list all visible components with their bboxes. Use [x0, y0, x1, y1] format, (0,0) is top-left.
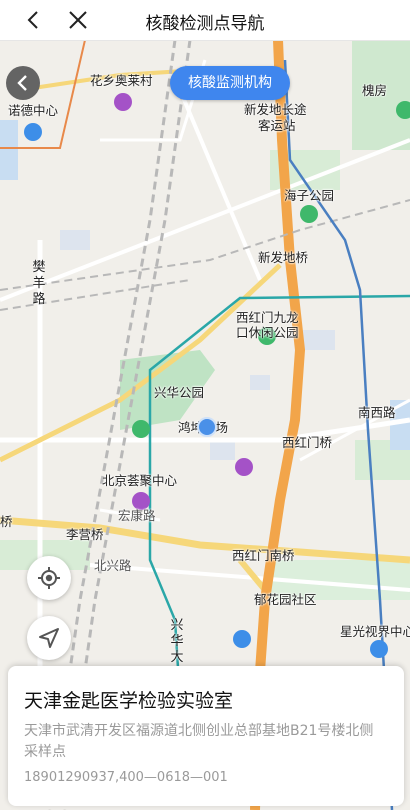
map-label-xihongmen-park: 西红门九龙: [236, 310, 299, 325]
map-label-xinfadi-bus: 新发地长途: [244, 102, 307, 117]
park-tree-icon[interactable]: [300, 205, 318, 223]
park-tree-icon[interactable]: [396, 101, 410, 119]
map-label-liying-bridge: 李营桥: [66, 527, 104, 542]
target-icon: [38, 567, 60, 589]
current-location-dot: [197, 417, 217, 437]
lab-address: 天津市武清开发区福源道北侧创业总部基地B21号楼北侧采样点: [24, 723, 374, 760]
map-label-xihongmen-bridge: 西红门桥: [282, 435, 333, 450]
map-label-xingguang: 星光视界中心: [340, 624, 410, 639]
map-label-yuhuayuan: 郁花园社区: [254, 592, 317, 607]
map-label-nanxi-road: 南西路: [358, 405, 396, 420]
map-label-fanyang-road: 樊羊路: [32, 260, 46, 307]
chevron-left-icon: [17, 75, 27, 91]
title-bar: 核酸检测点导航: [0, 0, 410, 41]
map-label-xihongmen-park-2: 口休闲公园: [236, 325, 299, 340]
nucleic-acid-filter-chip[interactable]: 核酸监测机构: [170, 66, 290, 100]
map-label-huaxiang: 花乡奥莱村: [90, 73, 153, 88]
result-card[interactable]: 天津金匙医学检验实验室 天津市武清开发区福源道北侧创业总部基地B21号楼北侧采样…: [8, 666, 404, 806]
shopping-bag-icon[interactable]: [114, 93, 132, 111]
map-label-huai: 槐房: [362, 83, 388, 98]
lab-phone[interactable]: 18901290937,400—0618—001: [24, 770, 228, 785]
map-label-nuode: 诺德中心: [8, 103, 59, 118]
map-label-huiju: 北京荟聚中心: [102, 473, 178, 488]
map-label-bridge-left: 桥: [0, 514, 13, 529]
map-label-haizi-park: 海子公园: [284, 188, 335, 203]
map-label-hongkang-road: 宏康路: [118, 508, 156, 523]
map-label-xihongmen-south: 西红门南桥: [232, 548, 295, 563]
page-title: 核酸检测点导航: [145, 14, 265, 34]
map-back-button[interactable]: [6, 66, 40, 100]
map-label-beixing-road: 北兴路: [94, 558, 132, 573]
shopping-bag-icon[interactable]: [235, 458, 253, 476]
navigate-button[interactable]: [27, 616, 71, 660]
locate-me-button[interactable]: [27, 556, 71, 600]
office-building-icon[interactable]: [370, 640, 388, 658]
map-label-xinghua-ave: 兴华大: [170, 618, 184, 665]
office-building-icon[interactable]: [24, 123, 42, 141]
community-home-icon[interactable]: [233, 630, 251, 648]
map-label-xinfadi-bus-2: 客运站: [258, 118, 296, 133]
navigation-arrow-icon: [39, 628, 59, 648]
park-tree-icon[interactable]: [132, 420, 150, 438]
lab-name: 天津金匙医学检验实验室: [24, 690, 234, 712]
map-label-xinghua-park: 兴华公园: [154, 385, 205, 400]
map-label-xinfadi-bridge: 新发地桥: [258, 250, 309, 265]
